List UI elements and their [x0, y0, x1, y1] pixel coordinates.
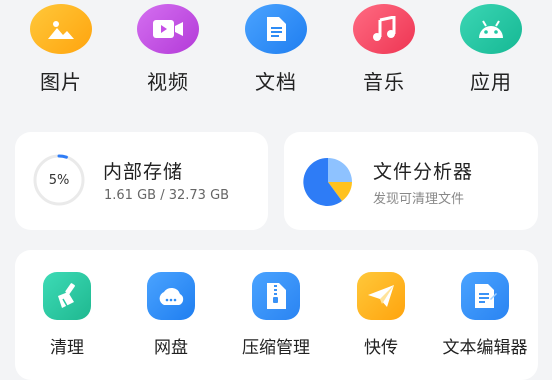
tool-text-editor[interactable]: 文本编辑器	[433, 272, 537, 358]
file-analyzer-card[interactable]: 文件分析器 发现可清理文件	[284, 132, 538, 230]
category-label: 音乐	[363, 70, 405, 94]
storage-title: 内部存储	[103, 161, 184, 183]
tool-label: 压缩管理	[242, 338, 310, 358]
internal-storage-card[interactable]: 5% 内部存储 1.61 GB / 32.73 GB	[15, 132, 268, 230]
category-label: 文档	[255, 70, 297, 94]
tool-label: 网盘	[154, 338, 188, 358]
category-apps[interactable]: 应用	[451, 0, 531, 95]
category-images[interactable]: 图片	[21, 0, 101, 95]
category-videos[interactable]: 视频	[128, 0, 208, 95]
tool-label: 文本编辑器	[442, 338, 528, 358]
tool-label: 快传	[364, 338, 398, 358]
category-music[interactable]: 音乐	[344, 0, 424, 95]
category-row: 图片 视频 文档 音乐 应用	[0, 0, 552, 110]
tool-compression[interactable]: 压缩管理	[224, 272, 328, 358]
android-icon	[460, 4, 522, 54]
storage-usage: 1.61 GB / 32.73 GB	[104, 188, 230, 203]
image-icon	[30, 4, 92, 54]
analyzer-subtitle: 发现可清理文件	[373, 192, 465, 207]
category-label: 视频	[147, 70, 189, 94]
document-icon	[245, 4, 307, 54]
cloud-drive-icon	[147, 272, 195, 320]
paper-plane-icon	[357, 272, 405, 320]
storage-percent: 5%	[48, 172, 70, 188]
category-label: 图片	[40, 70, 82, 94]
tool-clean[interactable]: 清理	[15, 272, 119, 358]
video-icon	[137, 4, 199, 54]
tool-quick-transfer[interactable]: 快传	[329, 272, 433, 358]
tool-cloud-drive[interactable]: 网盘	[119, 272, 223, 358]
music-icon	[353, 4, 415, 54]
category-documents[interactable]: 文档	[236, 0, 316, 95]
tools-card: 清理 网盘 压缩管理 快传 文本编辑器	[15, 250, 538, 380]
zip-file-icon	[252, 272, 300, 320]
pie-chart-icon	[303, 157, 352, 206]
category-label: 应用	[470, 70, 512, 94]
analyzer-title: 文件分析器	[373, 161, 474, 183]
text-editor-icon	[461, 272, 509, 320]
broom-icon	[43, 272, 91, 320]
tool-label: 清理	[50, 338, 84, 358]
